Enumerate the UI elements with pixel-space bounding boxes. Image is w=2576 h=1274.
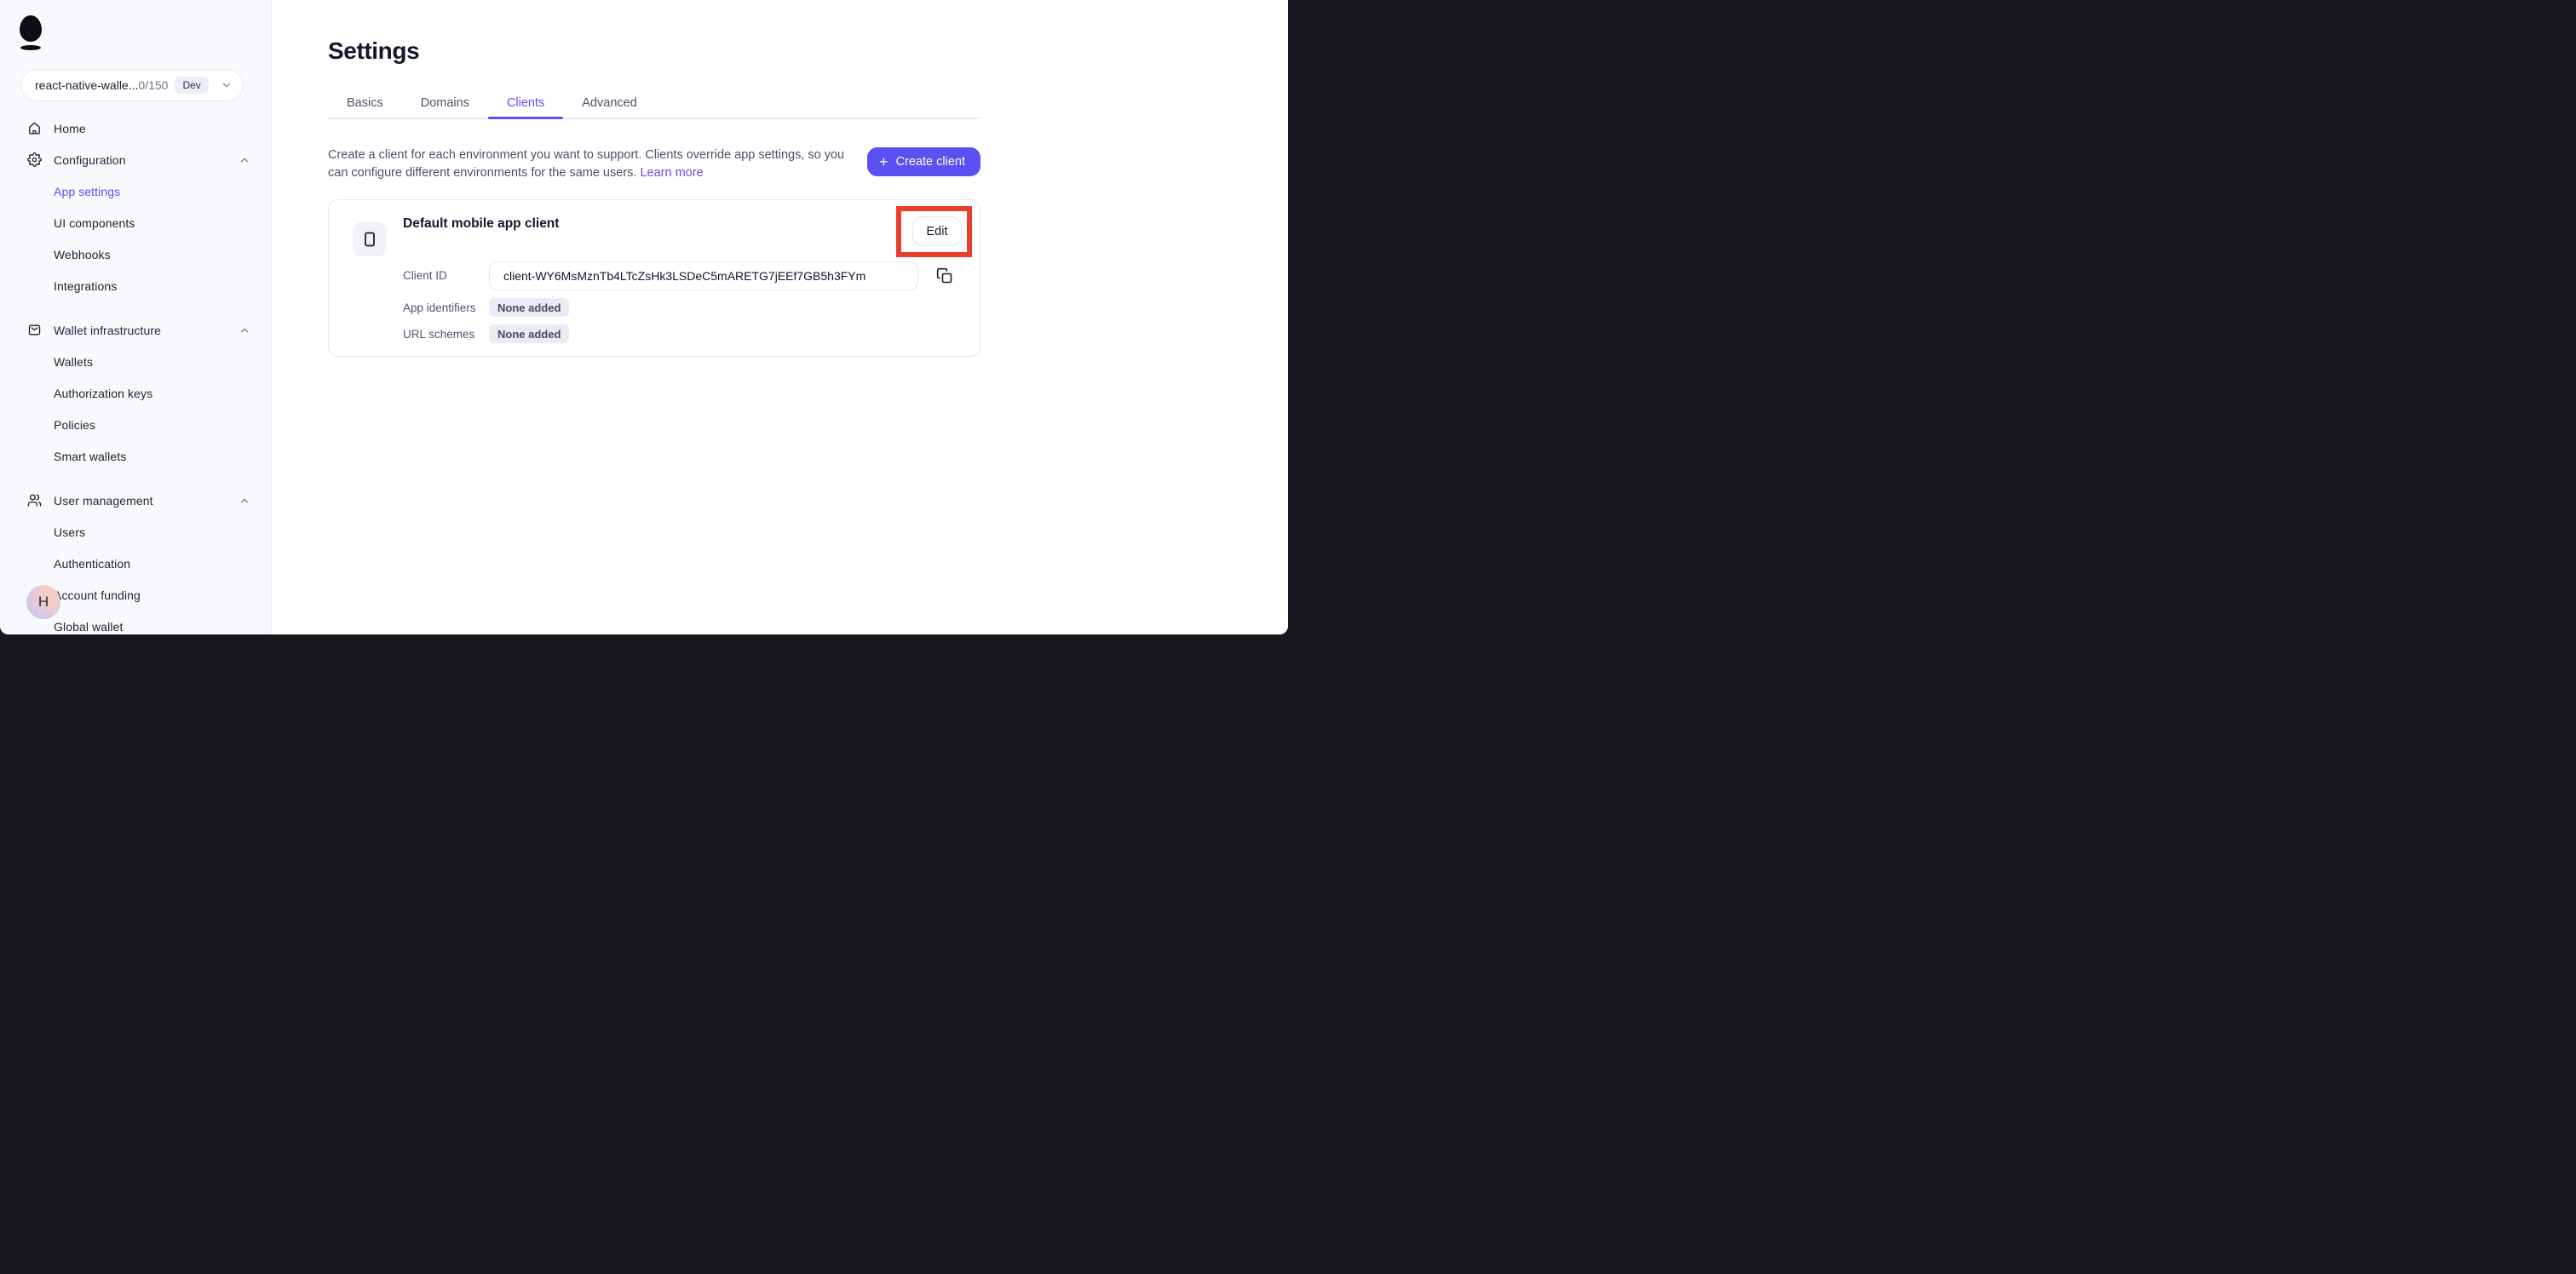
client-card-title: Default mobile app client bbox=[403, 216, 560, 231]
plus-icon: + bbox=[879, 152, 888, 170]
smartphone-icon bbox=[353, 222, 387, 256]
tab-clients[interactable]: Clients bbox=[487, 89, 564, 119]
chevron-up-icon bbox=[239, 154, 250, 166]
sidebar-item-webhooks[interactable]: Webhooks bbox=[0, 238, 271, 270]
privy-egg-logo-icon bbox=[20, 15, 42, 51]
settings-tabs: Basics Domains Clients Advanced bbox=[328, 89, 980, 119]
home-icon bbox=[27, 121, 42, 135]
copy-icon[interactable] bbox=[935, 267, 954, 286]
sidebar-item-configuration[interactable]: Configuration bbox=[0, 144, 271, 175]
sidebar-item-wallets[interactable]: Wallets bbox=[0, 346, 271, 377]
sidebar-item-users[interactable]: Users bbox=[0, 516, 271, 548]
wallet-icon bbox=[27, 323, 42, 337]
project-name: react-native-walle... bbox=[35, 78, 139, 92]
sidebar-item-wallet-infrastructure[interactable]: Wallet infrastructure bbox=[0, 314, 271, 346]
project-selector[interactable]: react-native-walle... 0/150 Dev bbox=[20, 69, 244, 101]
sidebar: react-native-walle... 0/150 Dev Home Con… bbox=[0, 0, 272, 634]
page-title: Settings bbox=[328, 37, 420, 64]
sidebar-item-app-settings[interactable]: App settings bbox=[0, 175, 271, 207]
create-client-button[interactable]: + Create client bbox=[867, 147, 980, 176]
sidebar-item-authorization-keys[interactable]: Authorization keys bbox=[0, 377, 271, 409]
chevron-up-icon bbox=[239, 495, 250, 507]
tab-basics[interactable]: Basics bbox=[328, 89, 402, 118]
edit-client-button[interactable]: Edit bbox=[912, 216, 962, 246]
tab-domains[interactable]: Domains bbox=[402, 89, 488, 118]
sidebar-nav: Home Configuration App settings UI compo… bbox=[0, 112, 271, 634]
url-schemes-label: URL schemes bbox=[403, 328, 475, 341]
project-quota: 0/150 bbox=[138, 78, 169, 92]
tab-advanced[interactable]: Advanced bbox=[563, 89, 656, 118]
url-schemes-badge: None added bbox=[489, 324, 570, 343]
main-content: Settings Basics Domains Clients Advanced… bbox=[273, 0, 1288, 634]
avatar[interactable]: H bbox=[26, 585, 60, 619]
avatar-initial: H bbox=[37, 594, 49, 610]
sidebar-item-user-management[interactable]: User management bbox=[0, 485, 271, 516]
app-window: react-native-walle... 0/150 Dev Home Con… bbox=[0, 0, 1288, 634]
env-badge: Dev bbox=[175, 77, 209, 94]
client-id-input[interactable] bbox=[489, 261, 918, 290]
sidebar-item-integrations[interactable]: Integrations bbox=[0, 270, 271, 301]
learn-more-link[interactable]: Learn more bbox=[640, 166, 703, 180]
clients-intro-text: Create a client for each environment you… bbox=[328, 148, 845, 180]
sidebar-item-ui-components[interactable]: UI components bbox=[0, 207, 271, 238]
users-icon bbox=[27, 493, 42, 508]
app-identifiers-badge: None added bbox=[489, 298, 570, 317]
app-identifiers-label: App identifiers bbox=[403, 301, 476, 314]
sidebar-item-smart-wallets[interactable]: Smart wallets bbox=[0, 440, 271, 472]
sidebar-item-policies[interactable]: Policies bbox=[0, 409, 271, 440]
client-id-label: Client ID bbox=[403, 269, 447, 282]
chevron-down-icon bbox=[221, 79, 233, 91]
sidebar-item-authentication[interactable]: Authentication bbox=[0, 548, 271, 579]
gear-icon bbox=[27, 152, 42, 167]
sidebar-item-home[interactable]: Home bbox=[0, 112, 271, 144]
client-card: Default mobile app client Edit Client ID… bbox=[328, 199, 980, 357]
chevron-up-icon bbox=[239, 324, 250, 336]
clients-intro-row: Create a client for each environment you… bbox=[328, 146, 980, 182]
